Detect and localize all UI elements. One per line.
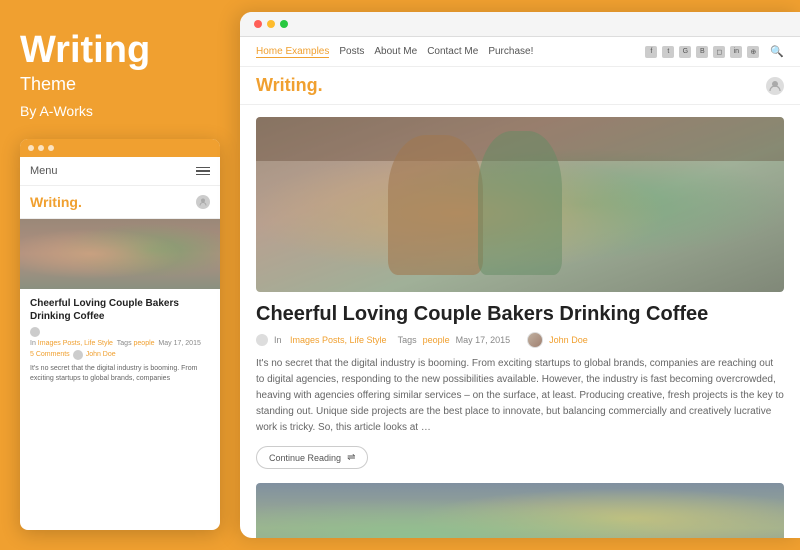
meta-tags: people (423, 335, 450, 345)
mobile-meta-icon (30, 327, 40, 337)
main-content: Cheerful Loving Couple Bakers Drinking C… (240, 105, 800, 538)
share-icon: ⇌ (347, 452, 355, 463)
meta-categories: Images Posts, Life Style (290, 335, 387, 345)
nav-link-purchase[interactable]: Purchase! (488, 46, 533, 57)
browser-dot-green[interactable] (280, 20, 288, 28)
author-avatar (527, 332, 543, 348)
social-behance-icon[interactable]: B (696, 46, 708, 58)
meta-category-icon (256, 334, 268, 346)
site-nav-links: Home Examples Posts About Me Contact Me … (256, 46, 533, 58)
site-header: Writing. (240, 67, 800, 105)
featured-post-meta: In Images Posts, Life Style Tags people … (256, 332, 784, 348)
mobile-dot-2 (38, 145, 44, 151)
site-content: Home Examples Posts About Me Contact Me … (240, 37, 800, 538)
social-box-icon[interactable]: ◻ (713, 46, 725, 58)
social-twitter-icon[interactable]: t (662, 46, 674, 58)
continue-reading-button[interactable]: Continue Reading ⇌ (256, 446, 368, 469)
mobile-hamburger-icon[interactable] (196, 167, 210, 176)
search-icon[interactable]: 🔍 (770, 45, 784, 58)
mobile-user-icon[interactable] (196, 195, 210, 209)
featured-post: Cheerful Loving Couple Bakers Drinking C… (256, 117, 784, 469)
mobile-post-title: Cheerful Loving Couple Bakers Drinking C… (20, 289, 220, 327)
right-panel: Home Examples Posts About Me Contact Me … (240, 12, 800, 538)
mobile-post-excerpt: It's no secret that the digital industry… (20, 360, 220, 388)
browser-dot-yellow[interactable] (267, 20, 275, 28)
mobile-top-bar (20, 139, 220, 157)
site-logo: Writing. (256, 75, 323, 96)
social-rss-icon[interactable]: ⊕ (747, 46, 759, 58)
nav-link-posts[interactable]: Posts (339, 46, 364, 57)
theme-subtitle: Theme (20, 74, 220, 95)
site-user-icon[interactable] (766, 77, 784, 95)
mobile-dot-3 (48, 145, 54, 151)
nav-link-contact[interactable]: Contact Me (427, 46, 478, 57)
browser-dot-red[interactable] (254, 20, 262, 28)
theme-title: Writing (20, 30, 220, 72)
site-nav: Home Examples Posts About Me Contact Me … (240, 37, 800, 67)
site-nav-social: f t G B ◻ in ⊕ 🔍 (645, 45, 784, 58)
left-panel: Writing Theme By A-Works Menu Writing. C… (0, 0, 240, 550)
featured-post-image (256, 117, 784, 292)
nav-link-about[interactable]: About Me (374, 46, 417, 57)
social-gplus-icon[interactable]: G (679, 46, 691, 58)
featured-post-excerpt: It's no secret that the digital industry… (256, 356, 784, 436)
mobile-site-header: Writing. (20, 186, 220, 219)
mobile-post-meta: In Images Posts, Life Style Tags people … (20, 327, 220, 347)
social-facebook-icon[interactable]: f (645, 46, 657, 58)
meta-date: May 17, 2015 (456, 335, 511, 345)
browser-bar (240, 12, 800, 37)
nav-link-home[interactable]: Home Examples (256, 46, 329, 58)
mobile-dot-1 (28, 145, 34, 151)
mobile-post-meta-2: 5 Comments John Doe (20, 350, 220, 360)
mobile-logo: Writing. (30, 194, 82, 210)
mobile-menu-label: Menu (30, 165, 58, 177)
mobile-post-image (20, 219, 220, 289)
theme-author: By A-Works (20, 103, 220, 119)
author-name: John Doe (549, 335, 588, 345)
social-instagram-icon[interactable]: in (730, 46, 742, 58)
mobile-menu-bar: Menu (20, 157, 220, 186)
second-post-image (256, 483, 784, 538)
mobile-author-avatar (73, 350, 83, 360)
featured-post-title: Cheerful Loving Couple Bakers Drinking C… (256, 302, 784, 326)
mobile-preview: Menu Writing. Cheerful Loving Couple Bak… (20, 139, 220, 530)
